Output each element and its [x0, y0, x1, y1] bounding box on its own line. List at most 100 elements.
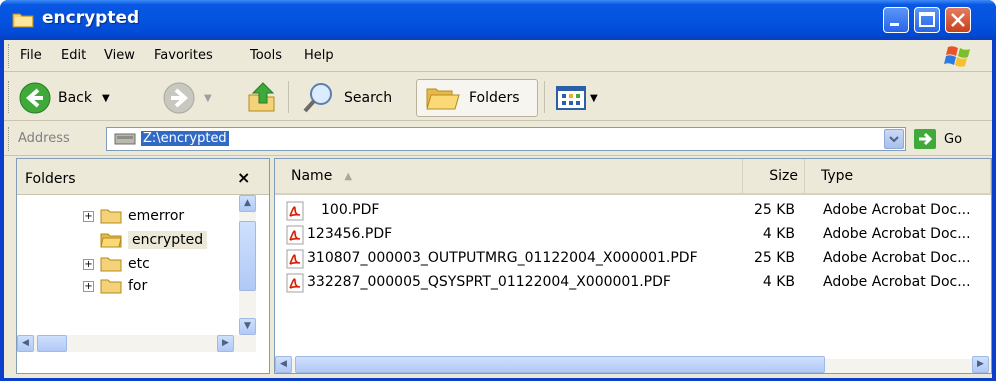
file-list-pane: Name ▲ Size Type 100.PDF 25 KB Adobe Acr… [274, 158, 992, 374]
file-name: 100.PDF [321, 202, 380, 218]
go-button[interactable]: Go [914, 129, 962, 149]
expand-icon[interactable]: + [83, 280, 94, 292]
sort-ascending-icon: ▲ [344, 170, 353, 182]
pdf-icon [286, 273, 304, 293]
scroll-down-button[interactable]: ▼ [239, 318, 256, 335]
minimize-button[interactable] [883, 7, 909, 33]
pdf-icon [286, 249, 304, 269]
window-title: encrypted [42, 8, 140, 28]
folders-pane-header: Folders × [17, 159, 269, 195]
search-button[interactable]: Search [302, 79, 392, 117]
menu-file[interactable]: File [20, 48, 42, 63]
file-type: Adobe Acrobat Doc... [823, 250, 971, 266]
views-dropdown-icon[interactable]: ▼ [590, 93, 598, 104]
file-name: 123456.PDF [307, 226, 393, 242]
folders-label: Folders [469, 90, 520, 106]
column-header-type[interactable]: Type [805, 159, 991, 195]
folders-icon [426, 88, 460, 110]
network-drive-icon [114, 133, 136, 145]
file-name: 310807_000003_OUTPUTMRG_01122004_X000001… [307, 250, 698, 266]
folder-icon [100, 209, 122, 224]
go-label: Go [944, 131, 963, 147]
address-value[interactable]: Z:\encrypted [141, 131, 229, 146]
views-icon [556, 86, 586, 110]
menu-help[interactable]: Help [304, 48, 334, 63]
tree-item-emerror[interactable]: + emerror [83, 205, 184, 227]
scroll-right-button[interactable]: ▶ [972, 356, 989, 373]
forward-button[interactable]: ▼ [162, 79, 212, 117]
folder-icon [100, 257, 122, 272]
file-type: Adobe Acrobat Doc... [823, 274, 971, 290]
file-size: 25 KB [753, 250, 795, 266]
tree-item-etc[interactable]: + etc [83, 253, 150, 275]
menu-tools[interactable]: Tools [250, 48, 282, 63]
folders-horizontal-scrollbar[interactable]: ◀ ▶ [17, 335, 256, 352]
file-row[interactable]: 332287_000005_QSYSPRT_01122004_X000001.P… [275, 271, 991, 295]
menu-edit[interactable]: Edit [61, 48, 86, 63]
toolbar-separator [288, 81, 289, 113]
file-row[interactable]: 310807_000003_OUTPUTMRG_01122004_X000001… [275, 247, 991, 271]
address-label: Address [18, 131, 70, 146]
back-dropdown-icon[interactable]: ▼ [102, 93, 110, 104]
menu-favorites[interactable]: Favorites [154, 48, 213, 63]
chevron-down-icon [889, 136, 899, 143]
folder-icon [12, 13, 34, 28]
scroll-thumb[interactable] [239, 221, 256, 291]
close-icon [951, 13, 965, 27]
forward-dropdown-icon[interactable]: ▼ [204, 93, 212, 104]
expand-icon[interactable]: + [83, 210, 94, 222]
up-button[interactable] [246, 79, 278, 117]
close-button[interactable] [945, 7, 971, 33]
folders-pane-title: Folders [25, 171, 76, 187]
file-row[interactable]: 123456.PDF 4 KB Adobe Acrobat Doc... [275, 223, 991, 247]
scroll-left-button[interactable]: ◀ [275, 356, 292, 373]
folder-icon [100, 279, 122, 294]
file-size: 4 KB [762, 226, 795, 242]
open-folder-icon [100, 233, 122, 248]
folders-vertical-scrollbar[interactable]: ▲ ▼ [239, 195, 256, 335]
maximize-button[interactable] [914, 7, 940, 33]
column-header-size[interactable]: Size [743, 159, 805, 195]
scroll-right-button[interactable]: ▶ [217, 335, 234, 352]
file-row[interactable]: 100.PDF 25 KB Adobe Acrobat Doc... [275, 199, 991, 223]
up-folder-icon [248, 82, 275, 112]
file-list-horizontal-scrollbar[interactable]: ◀ ▶ [275, 356, 991, 373]
toolbar-grip[interactable] [8, 81, 11, 113]
column-name-label: Name [291, 168, 333, 184]
expand-icon[interactable]: + [83, 258, 94, 270]
search-label: Search [344, 90, 393, 106]
toolbar-separator [544, 81, 545, 113]
scroll-left-button[interactable]: ◀ [17, 335, 34, 352]
scroll-up-button[interactable]: ▲ [239, 195, 256, 212]
folders-button[interactable]: Folders [416, 79, 538, 117]
address-dropdown-button[interactable] [884, 129, 904, 149]
back-button[interactable]: Back ▼ [18, 79, 110, 117]
column-header-name[interactable]: Name ▲ [275, 159, 743, 195]
back-label: Back [58, 90, 92, 106]
menu-grip[interactable] [8, 44, 11, 68]
pdf-icon [286, 201, 304, 221]
tree-item-for[interactable]: + for [83, 275, 147, 297]
menu-view[interactable]: View [104, 48, 135, 63]
file-type: Adobe Acrobat Doc... [823, 202, 971, 218]
file-size: 25 KB [753, 202, 795, 218]
go-icon [914, 129, 936, 149]
scroll-thumb[interactable] [37, 335, 67, 352]
window-client: File Edit View Favorites Tools Help Back [4, 40, 992, 378]
folders-pane-close-button[interactable]: × [237, 168, 250, 187]
scroll-thumb[interactable] [295, 356, 825, 373]
back-icon [19, 82, 51, 114]
tree-item-label: for [128, 278, 148, 294]
title-bar[interactable]: encrypted [0, 0, 996, 40]
views-button[interactable]: ▼ [556, 79, 598, 117]
maximize-icon [919, 12, 935, 27]
file-size: 4 KB [762, 274, 795, 290]
tree-item-encrypted[interactable]: encrypted [100, 229, 208, 251]
column-size-label: Size [769, 168, 798, 184]
address-grip[interactable] [8, 127, 11, 151]
file-type: Adobe Acrobat Doc... [823, 226, 971, 242]
forward-icon [163, 82, 195, 114]
file-name: 332287_000005_QSYSPRT_01122004_X000001.P… [307, 274, 671, 290]
address-input[interactable]: Z:\encrypted [106, 127, 906, 151]
search-icon [303, 83, 332, 113]
